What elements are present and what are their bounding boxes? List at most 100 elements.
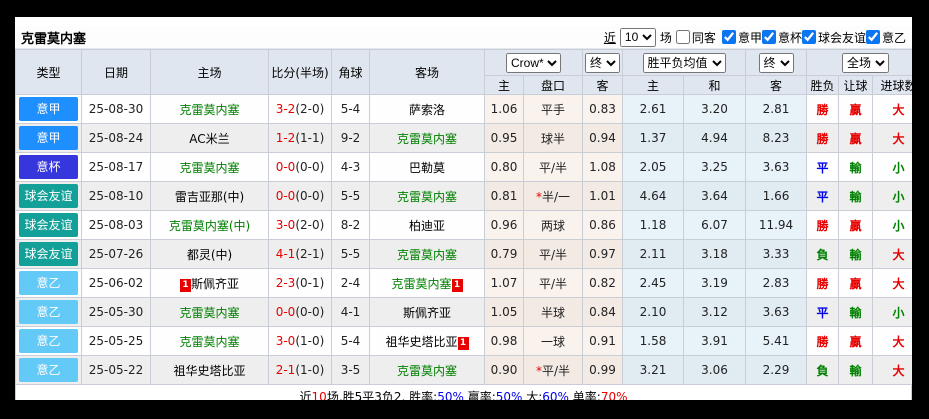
same-away-checkbox[interactable] bbox=[675, 30, 690, 44]
team-name: 巴勒莫 bbox=[408, 160, 445, 175]
handicap-cell: 半球 bbox=[523, 297, 583, 327]
team-name: 克雷莫内塞 bbox=[396, 363, 457, 378]
table-row: 意甲 25-08-24 AC米兰 1-2(1-1) 9-2 克雷莫内塞 0.95 球半 0.94… bbox=[15, 123, 912, 153]
home-team-cell: 克雷莫内塞 bbox=[150, 297, 269, 327]
handicap-cell: 一球 bbox=[523, 326, 583, 356]
date-cell: 25-08-03 bbox=[81, 210, 151, 240]
halftime-score: (2-1) bbox=[295, 247, 325, 261]
crown-away-odds-cell: 1.08 bbox=[582, 152, 623, 182]
rank-badge: 1 bbox=[451, 278, 463, 292]
team-name: 斯佩齐亚 bbox=[190, 276, 239, 291]
summary-part: 10 bbox=[311, 390, 327, 400]
col-header-avg-away: 客 bbox=[745, 75, 807, 95]
crown-home-odds-cell: 0.96 bbox=[484, 210, 524, 240]
team-name: 雷吉亚那(中) bbox=[174, 189, 245, 204]
handicap-star: * bbox=[535, 363, 542, 378]
handicap-cell: 平手 bbox=[523, 94, 583, 124]
home-team-cell: 都灵(中) bbox=[150, 239, 269, 269]
goals-result-cell: 小 bbox=[872, 210, 912, 240]
goals-result-cell: 大 bbox=[872, 355, 912, 385]
col-header-corner: 角球 bbox=[331, 49, 370, 95]
league-badge: 意乙 bbox=[19, 358, 78, 382]
date-cell: 25-05-22 bbox=[81, 355, 151, 385]
score-cell: 0-0(0-0) bbox=[268, 297, 332, 327]
league-filter-意杯[interactable]: 意杯 bbox=[761, 29, 802, 46]
crown-home-odds-cell: 0.95 bbox=[484, 123, 524, 153]
score-cell: 2-3(0-1) bbox=[268, 268, 332, 298]
corner-cell: 4-1 bbox=[331, 297, 370, 327]
corner-cell: 5-5 bbox=[331, 239, 370, 269]
league-badge: 球会友谊 bbox=[19, 184, 78, 208]
match-count-select[interactable]: 10 bbox=[619, 27, 656, 47]
rank-badge: 1 bbox=[457, 336, 469, 350]
team-name: 克雷莫内塞 bbox=[396, 247, 457, 262]
avg-away-odds-cell: 2.83 bbox=[745, 268, 807, 298]
league-filter-checkbox[interactable] bbox=[761, 30, 776, 44]
fulltime-score: 2-1 bbox=[275, 363, 296, 377]
filter-controls: 近 10 场 同客 意甲 意杯 球会友谊 意乙 bbox=[604, 27, 906, 47]
handicap-result-cell: 輸 bbox=[838, 297, 873, 327]
crown-home-odds-cell: 1.06 bbox=[484, 94, 524, 124]
bookmaker-state-select[interactable]: 终 bbox=[585, 52, 620, 73]
team-name: 萨索洛 bbox=[408, 102, 445, 117]
avg-odds-select[interactable]: 胜平负均值 bbox=[642, 52, 726, 73]
col-header-winlose: 胜负 bbox=[806, 75, 839, 95]
avg-draw-odds-cell: 3.20 bbox=[683, 94, 746, 124]
bookmaker-select[interactable]: Crow* bbox=[506, 52, 561, 73]
handicap-result-cell: 贏 bbox=[838, 326, 873, 356]
summary-part: 近 bbox=[299, 390, 312, 400]
team-name: 克雷莫内塞 bbox=[396, 189, 457, 204]
col-header-handicap: 盘口 bbox=[523, 75, 583, 95]
summary-part: 50% bbox=[495, 390, 523, 400]
date-cell: 25-08-24 bbox=[81, 123, 151, 153]
team-name: 克雷莫内塞 bbox=[179, 334, 240, 349]
halftime-score: (0-0) bbox=[295, 305, 325, 319]
league-badge: 意甲 bbox=[19, 126, 78, 150]
corner-cell: 4-3 bbox=[331, 152, 370, 182]
recent-link[interactable]: 近 bbox=[604, 29, 616, 46]
crown-away-odds-cell: 0.94 bbox=[582, 123, 623, 153]
away-team-cell: 克雷莫内塞 bbox=[369, 123, 485, 153]
winlose-result-cell: 勝 bbox=[806, 123, 839, 153]
league-filter-球会友谊[interactable]: 球会友谊 bbox=[801, 29, 866, 46]
summary-part: 大: bbox=[522, 390, 543, 400]
away-team-cell: 克雷莫内塞 1 bbox=[369, 268, 485, 298]
winlose-result-cell: 負 bbox=[806, 239, 839, 269]
avg-away-odds-cell: 2.81 bbox=[745, 94, 807, 124]
table-row: 球会友谊 25-07-26 都灵(中) 4-1(2-1) 5-5 克雷莫内塞 0.79 平/半… bbox=[15, 239, 912, 269]
crown-away-odds-cell: 0.86 bbox=[582, 210, 623, 240]
league-filter-意乙[interactable]: 意乙 bbox=[865, 29, 906, 46]
league-filter-checkbox[interactable] bbox=[721, 30, 736, 44]
league-filter-checkbox[interactable] bbox=[801, 30, 816, 44]
summary-part: 60% bbox=[542, 390, 569, 400]
same-away-option[interactable]: 同客 bbox=[675, 29, 716, 46]
avg-draw-odds-cell: 3.91 bbox=[683, 326, 746, 356]
handicap-cell: 平/半 bbox=[523, 239, 583, 269]
league-filter-label: 意杯 bbox=[777, 30, 802, 45]
halftime-score: (1-0) bbox=[295, 363, 325, 377]
halftime-score: (0-0) bbox=[295, 160, 325, 174]
date-cell: 25-08-10 bbox=[81, 181, 151, 211]
league-filter-意甲[interactable]: 意甲 bbox=[721, 29, 762, 46]
league-cell: 意乙 bbox=[15, 326, 82, 356]
league-filter-checkbox[interactable] bbox=[865, 30, 880, 44]
handicap-cell: *平/半 bbox=[523, 355, 583, 385]
date-cell: 25-08-17 bbox=[81, 152, 151, 182]
col-header-goals: 进球数 bbox=[872, 75, 912, 95]
crown-home-odds-cell: 0.80 bbox=[484, 152, 524, 182]
matches-table: 类型 日期 主场 比分(半场) 角球 客场 Crow* 终 胜平负均值 终 全场… bbox=[15, 49, 912, 385]
winlose-result-cell: 勝 bbox=[806, 268, 839, 298]
league-badge: 意杯 bbox=[19, 155, 78, 179]
top-strip bbox=[15, 17, 912, 26]
avg-draw-odds-cell: 4.94 bbox=[683, 123, 746, 153]
scope-select[interactable]: 全场 bbox=[842, 52, 889, 73]
team-name: 克雷莫内塞 bbox=[391, 276, 452, 291]
avg-away-odds-cell: 3.63 bbox=[745, 297, 807, 327]
team-name: 斯佩齐亚 bbox=[402, 305, 451, 320]
team-name: 都灵(中) bbox=[186, 247, 233, 262]
handicap-result-cell: 贏 bbox=[838, 94, 873, 124]
corner-cell: 5-4 bbox=[331, 326, 370, 356]
avg-state-select[interactable]: 终 bbox=[758, 52, 794, 73]
table-row: 意杯 25-08-17 克雷莫内塞 0-0(0-0) 4-3 巴勒莫 0.80 平/半 1.08… bbox=[15, 152, 912, 182]
summary-bar: 近10场,胜5平3负2, 胜率:50% 赢率:50% 大:60% 单率:70% bbox=[15, 385, 912, 400]
